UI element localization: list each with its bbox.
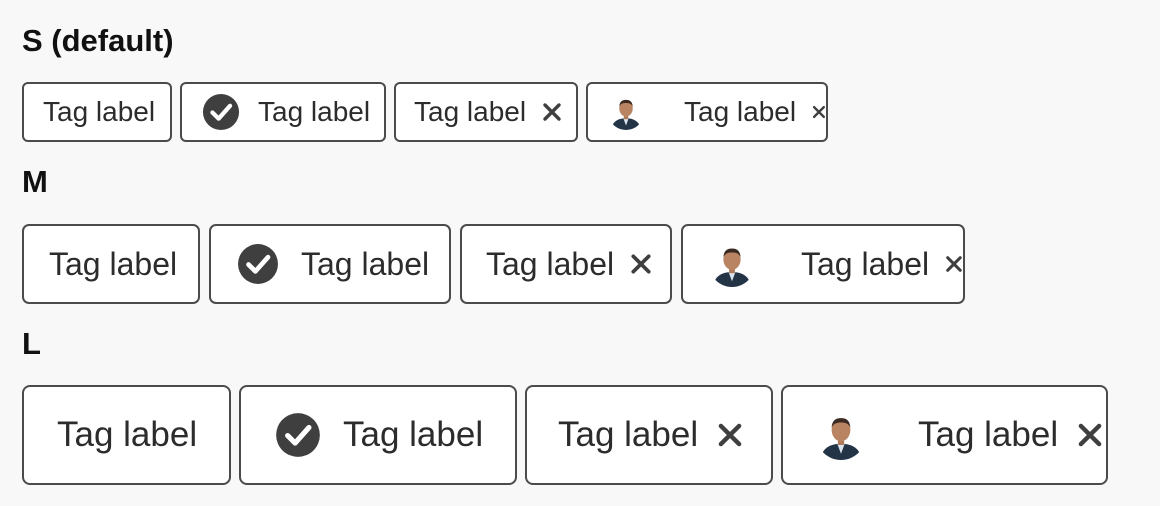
tag-label: Tag label [558,415,699,454]
tag-label: Tag label [343,415,484,454]
tag-plain[interactable]: Tag label [22,385,231,485]
tag-label: Tag label [43,96,156,127]
tag-avatar-removable[interactable]: Tag label [681,224,965,304]
tag-avatar-removable[interactable]: Tag label [586,82,828,142]
tag-label: Tag label [301,245,430,282]
close-icon[interactable] [945,253,963,275]
tag-label: Tag label [486,245,615,282]
tag-label: Tag label [49,245,178,282]
tag-removable[interactable]: Tag label [460,224,672,304]
tag-label: Tag label [684,96,797,127]
checkmark-circle-icon [202,93,240,131]
close-icon[interactable] [717,422,743,448]
tag-avatar-removable[interactable]: Tag label [781,385,1108,485]
tag-label: Tag label [801,245,930,282]
tag-row-s: Tag label Tag label Tag label Tag label [22,82,836,142]
tag-plain[interactable]: Tag label [22,82,172,142]
tag-with-icon[interactable]: Tag label [180,82,386,142]
tag-label: Tag label [258,96,371,127]
tag-with-icon[interactable]: Tag label [209,224,451,304]
close-icon[interactable] [1077,422,1103,448]
avatar [608,94,644,130]
tag-removable[interactable]: Tag label [394,82,578,142]
close-icon[interactable] [812,102,826,122]
close-icon[interactable] [542,102,562,122]
size-heading-l: L [22,326,41,361]
tag-with-icon[interactable]: Tag label [239,385,517,485]
checkmark-circle-icon [237,243,279,285]
close-icon[interactable] [630,253,652,275]
size-heading-s: S (default) [22,23,174,58]
tag-label: Tag label [414,96,527,127]
tag-row-m: Tag label Tag label Tag label Tag label [22,224,974,304]
tag-plain[interactable]: Tag label [22,224,200,304]
size-heading-m: M [22,164,48,199]
checkmark-circle-icon [275,412,321,458]
avatar [816,410,866,460]
tag-label: Tag label [57,415,198,454]
tag-sizes-page: S (default) Tag label Tag label Tag labe… [0,0,1160,506]
avatar [709,241,755,287]
tag-removable[interactable]: Tag label [525,385,773,485]
tag-label: Tag label [918,415,1059,454]
tag-row-l: Tag label Tag label Tag label Tag label [22,385,1116,485]
